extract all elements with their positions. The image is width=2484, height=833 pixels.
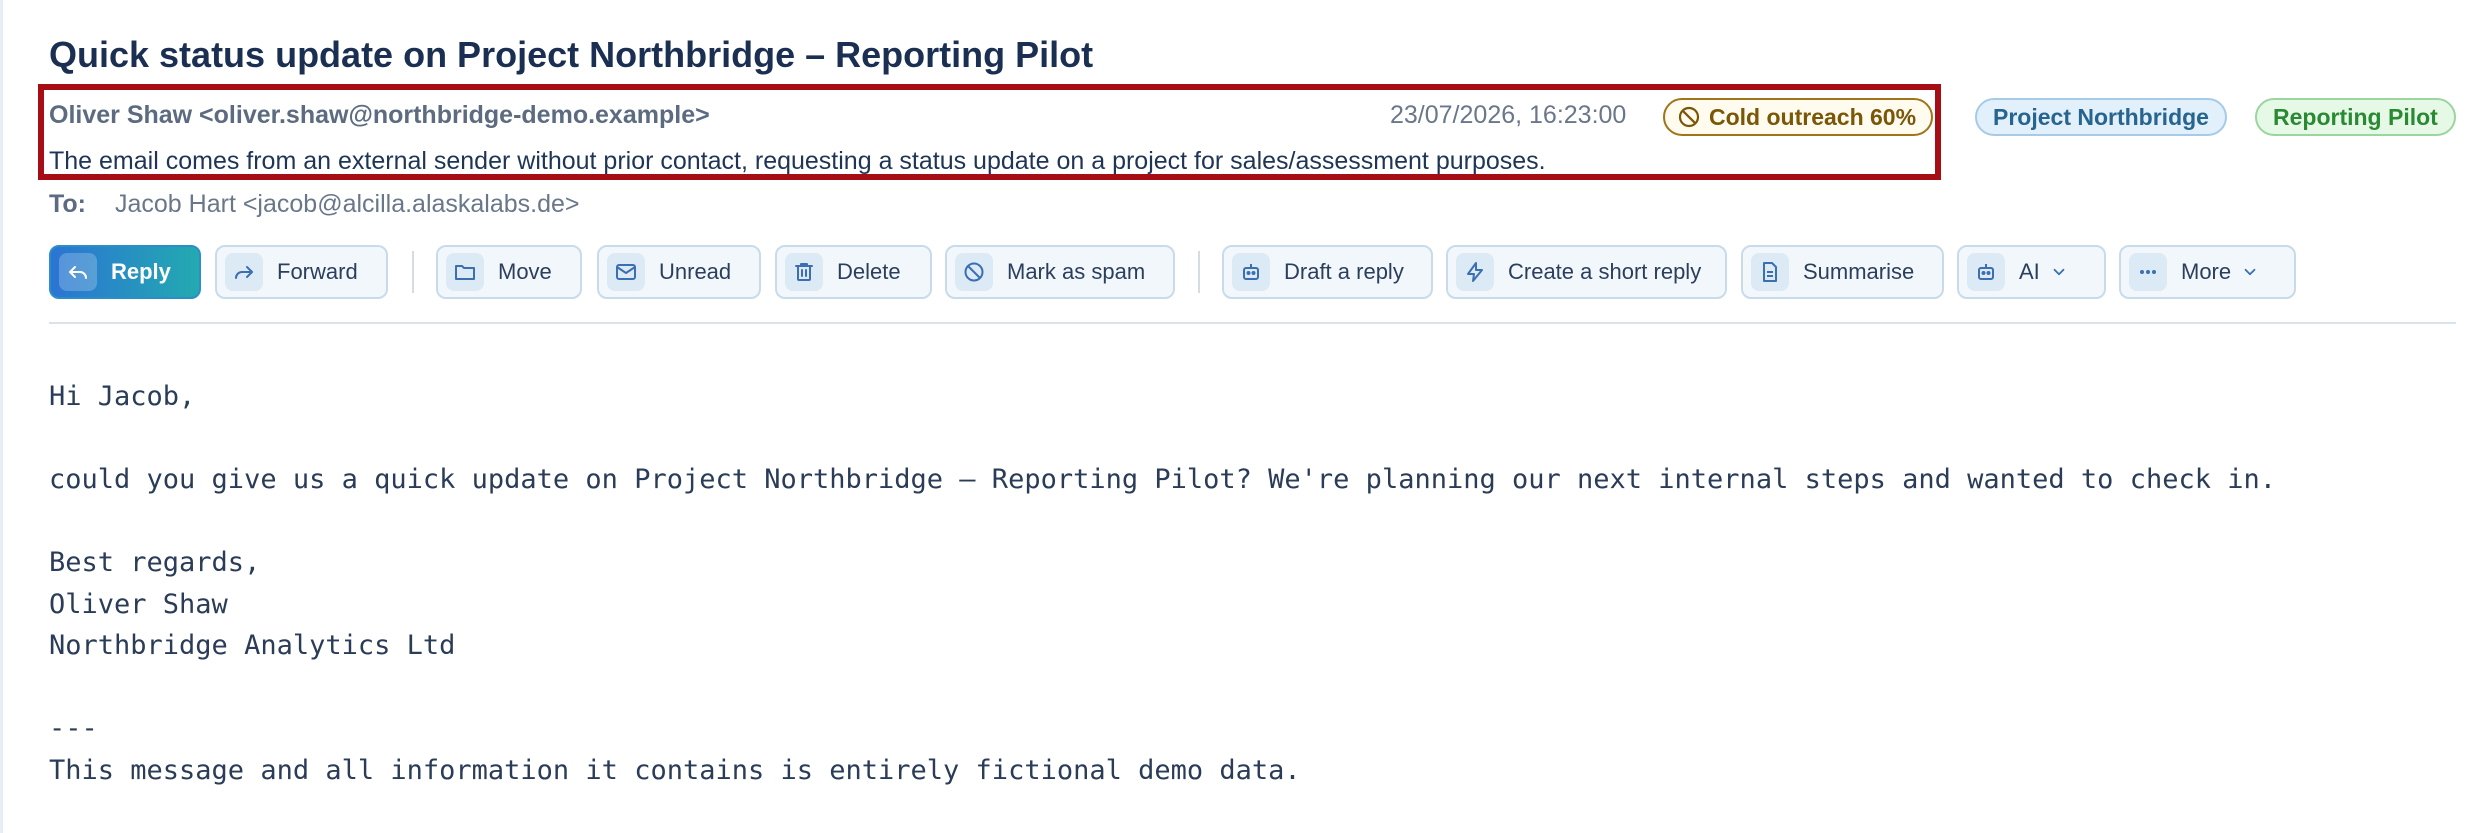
move-label: Move xyxy=(498,259,552,284)
classification-summary: The email comes from an external sender … xyxy=(49,147,1546,175)
unread-button[interactable]: Unread xyxy=(597,245,761,299)
email-date: 23/07/2026, 16:23:00 xyxy=(1390,101,1627,129)
unread-label: Unread xyxy=(659,259,732,284)
sender[interactable]: Oliver Shaw <oliver.shaw@northbridge-dem… xyxy=(49,101,710,130)
short-reply-button[interactable]: Create a short reply xyxy=(1446,245,1727,299)
reply-icon xyxy=(69,266,87,279)
ai-menu-button[interactable]: AI xyxy=(1957,245,2106,299)
tag-project-northbridge[interactable]: Project Northbridge xyxy=(1975,98,2227,136)
toolbar-separator xyxy=(1198,251,1200,293)
forward-icon xyxy=(235,266,253,279)
more-label: More xyxy=(2181,259,2232,284)
forward-button[interactable]: Forward xyxy=(215,245,388,299)
lightning-icon xyxy=(1467,262,1483,282)
summarise-button[interactable]: Summarise xyxy=(1741,245,1944,299)
envelope-icon xyxy=(616,264,636,280)
header-divider xyxy=(49,322,2456,324)
summarise-label: Summarise xyxy=(1803,259,1915,284)
mark-as-spam-button[interactable]: Mark as spam xyxy=(945,245,1175,299)
forward-label: Forward xyxy=(277,259,358,284)
email-body: Hi Jacob, could you give us a quick upda… xyxy=(49,381,2276,786)
more-dots-icon xyxy=(2140,270,2156,274)
mark-as-spam-label: Mark as spam xyxy=(1007,259,1146,284)
more-menu-button[interactable]: More xyxy=(2119,245,2296,299)
draft-reply-button[interactable]: Draft a reply xyxy=(1222,245,1433,299)
document-icon xyxy=(1763,262,1777,282)
trash-icon xyxy=(795,263,813,281)
toolbar-separator xyxy=(412,251,414,293)
block-icon xyxy=(1678,106,1700,128)
ai-label: AI xyxy=(2019,259,2040,284)
draft-reply-label: Draft a reply xyxy=(1284,259,1404,284)
classification-badge[interactable]: Cold outreach 60% xyxy=(1663,98,1933,136)
delete-label: Delete xyxy=(837,259,901,284)
recipient[interactable]: Jacob Hart <jacob@alcilla.alaskalabs.de> xyxy=(115,190,580,219)
email-subject: Quick status update on Project Northbrid… xyxy=(49,34,1094,75)
reply-label: Reply xyxy=(111,259,171,284)
move-button[interactable]: Move xyxy=(436,245,582,299)
robot-icon xyxy=(1243,264,1259,280)
chevron-down-icon xyxy=(2053,268,2065,276)
recipient-row: To: Jacob Hart <jacob@alcilla.alaskalabs… xyxy=(49,190,580,219)
chevron-down-icon xyxy=(2244,268,2256,276)
robot-icon xyxy=(1978,264,1994,280)
email-view: Quick status update on Project Northbrid… xyxy=(0,0,2484,833)
folder-icon xyxy=(455,265,475,280)
classification-label: Cold outreach 60% xyxy=(1709,103,1917,130)
short-reply-label: Create a short reply xyxy=(1508,259,1702,284)
tag-reporting-pilot[interactable]: Reporting Pilot xyxy=(2255,98,2456,136)
block-icon xyxy=(964,262,984,282)
to-label: To: xyxy=(49,190,87,218)
reply-button[interactable]: Reply xyxy=(49,245,201,299)
delete-button[interactable]: Delete xyxy=(775,245,932,299)
